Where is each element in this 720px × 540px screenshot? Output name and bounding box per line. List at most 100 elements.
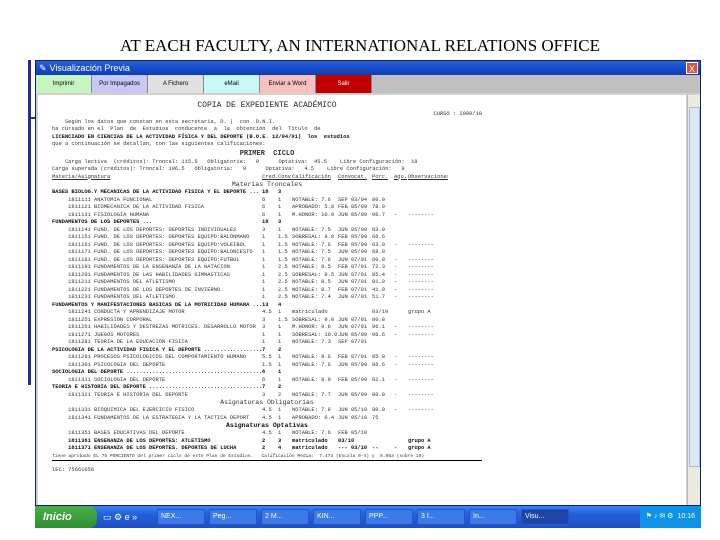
table-cell	[292, 302, 338, 310]
vertical-scrollbar[interactable]	[687, 95, 700, 505]
close-button[interactable]: X	[686, 62, 698, 74]
tray-icons[interactable]: ⚑ ♪ ✉ ⚙	[646, 506, 674, 528]
table-cell: 4.5	[262, 407, 272, 413]
section-optativas: Asignaturas Optativas	[226, 422, 308, 429]
table-cell: 1	[262, 339, 266, 345]
table-cell: NOTABLE: 7.6	[292, 256, 331, 263]
table-cell: 78.0	[372, 204, 385, 210]
table-cell: 1811151 FUND. DE LOS DEPORTES: DEPORTES …	[52, 234, 250, 240]
taskbar-item[interactable]: In...	[469, 509, 517, 525]
table-cell: JUN 05/09	[338, 249, 368, 255]
table-cell: SOBRESAL: 9.0	[292, 234, 335, 240]
table-cell	[338, 309, 372, 317]
table-row: 1811271 JUEGOS MOTORES 1 1 SOBRESAL: 10.0 JU…	[52, 332, 482, 340]
table-cell	[408, 317, 448, 325]
table-cell: 1811131 FISIOLOGÍA HUMANA	[52, 211, 150, 218]
table-cell: -	[394, 256, 398, 263]
slide-title: AT EACH FACULTY, AN INTERNATIONAL RELATI…	[120, 36, 600, 55]
table-cell: 1	[278, 204, 282, 210]
taskbar-item[interactable]: NEX...	[157, 509, 205, 525]
intro-line: que a continuación se detallan, con las …	[52, 141, 266, 147]
table-cell: JUN 05/09	[338, 226, 368, 233]
taskbar-item[interactable]: PPP...	[365, 509, 413, 525]
credit-load-line: Carga superada (créditos): Troncal: 106.…	[52, 166, 405, 172]
table-cell	[394, 369, 408, 377]
table-cell: --------	[408, 279, 434, 285]
table-cell	[394, 430, 408, 438]
table-cell: 1811241 CONDUCTA Y APRENDIZAJE MOTOR	[52, 309, 185, 315]
table-cell	[408, 430, 448, 438]
table-cell: JUN 05/09	[338, 361, 368, 368]
table-cell: BASES BIOLÓG.Y MECÁNICAS DE LA ACTIVIDAD…	[52, 189, 260, 195]
table-cell: grupo A	[408, 437, 431, 444]
toolbar-button-por-impagados[interactable]: Por Impagados	[92, 75, 148, 93]
table-cell: 1811141 FUND. DE LOS DEPORTES: DEPORTES …	[52, 226, 237, 233]
table-cell: JUN 07/01	[338, 256, 368, 263]
table-cell	[408, 249, 448, 257]
table-cell: 3	[262, 226, 266, 233]
document-view[interactable]: COPIA DE EXPEDIENTE ACADÉMICO CURSO : 20…	[38, 95, 686, 505]
table-cell: -	[394, 264, 398, 270]
table-cell	[292, 384, 338, 392]
table-row: 1811111 ANATOMÍA FUNCIONAL 6 1 NOTABLE: 7.6…	[52, 197, 482, 205]
table-cell: 1	[278, 430, 282, 436]
taskbar-item[interactable]: 3 I...	[417, 509, 465, 525]
table-cell: 4.5	[262, 414, 272, 421]
table-cell	[394, 189, 408, 197]
table-cell	[408, 227, 448, 235]
taskbar-item[interactable]: Peg...	[209, 509, 257, 525]
intro-line: ha cursado en el Plan de Estudios conduc…	[52, 126, 321, 132]
table-cell: --------	[408, 331, 434, 338]
table-row: FUNDAMENTOS Y MANIFESTACIONES BÁSICAS DE…	[52, 302, 482, 310]
table-cell: 1811311 SOCIOLOGÍA DEL DEPORTE	[52, 376, 166, 383]
table-cell	[372, 347, 394, 355]
taskbar-item[interactable]: 2 M...	[261, 509, 309, 525]
table-cell: 85.4	[372, 271, 385, 278]
table-cell: 1	[262, 271, 266, 278]
table-cell: NOTABLE: 7.6	[292, 196, 331, 203]
table-cell: 1811161 FUND. DE LOS DEPORTES: DEPORTES …	[52, 241, 247, 248]
toolbar-button-enviar-a-word[interactable]: Enviar a Word	[260, 75, 316, 93]
table-cell: -	[394, 279, 398, 285]
column-header: Aqu.	[394, 173, 407, 180]
table-cell: 96.6	[372, 331, 385, 338]
taskbar-item[interactable]: Visu...	[521, 509, 569, 525]
start-button[interactable]: Inicio	[35, 506, 97, 528]
table-row: 1811171 FUND. DE LOS DEPORTES: DEPORTES …	[52, 249, 482, 257]
window-titlebar[interactable]: ✎ Visualización Previa	[36, 61, 700, 75]
table-cell	[292, 347, 338, 355]
table-cell: 4	[278, 445, 282, 451]
toolbar-button-email[interactable]: eMail	[204, 75, 260, 93]
table-row: 1811121 BIOMECÁNICA DE LA ACTIVIDAD FÍSI…	[52, 204, 482, 212]
table-cell: NOTABLE: 7.5	[292, 226, 331, 233]
scrollbar-thumb[interactable]	[689, 107, 700, 467]
table-cell: --------	[408, 324, 434, 330]
quick-launch[interactable]: ▭ ⚙ e »	[97, 512, 157, 523]
course-year: CURSO : 2009/10	[433, 111, 482, 117]
table-cell	[408, 204, 448, 212]
table-cell	[408, 302, 448, 310]
table-cell: 1	[278, 196, 282, 203]
table-cell: FEB 07/01	[338, 264, 368, 270]
table-cell: 2.5	[278, 271, 288, 278]
table-cell: 1	[262, 279, 266, 285]
table-cell: 2	[278, 384, 282, 390]
table-cell: APROBADO: 5.8	[292, 204, 335, 210]
table-cell	[372, 430, 394, 438]
table-cell	[372, 339, 394, 347]
table-cell: 1811361 ENSEÑANZA DE LOS DEPORTES: ATLET…	[52, 437, 211, 444]
table-cell: 7	[262, 346, 266, 353]
table-cell: 2.5	[278, 286, 288, 293]
toolbar-button-a-fichero[interactable]: A Fichero	[148, 75, 204, 93]
taskbar-item[interactable]: KIN...	[313, 509, 361, 525]
app-icon: ✎	[39, 62, 47, 73]
table-cell: 1	[278, 226, 282, 233]
toolbar-button-imprimir[interactable]: Imprimir	[36, 75, 92, 93]
table-cell	[394, 438, 408, 446]
table-cell: 1811351 BASES EDUCATIVAS DEL DEPORTE	[52, 430, 185, 436]
table-cell: JUN 07/01	[338, 279, 368, 285]
table-cell: 1811221 FUNDAMENTOS DE LOS DEPORTES DE I…	[52, 286, 221, 293]
table-row: SOCIOLOGÍA DEL DEPORTE .................…	[52, 369, 482, 377]
toolbar-button-salir[interactable]: Salir	[316, 75, 372, 93]
footer-note: Tiene aprobado EL 75 PORCIENTO del prime…	[52, 453, 482, 461]
